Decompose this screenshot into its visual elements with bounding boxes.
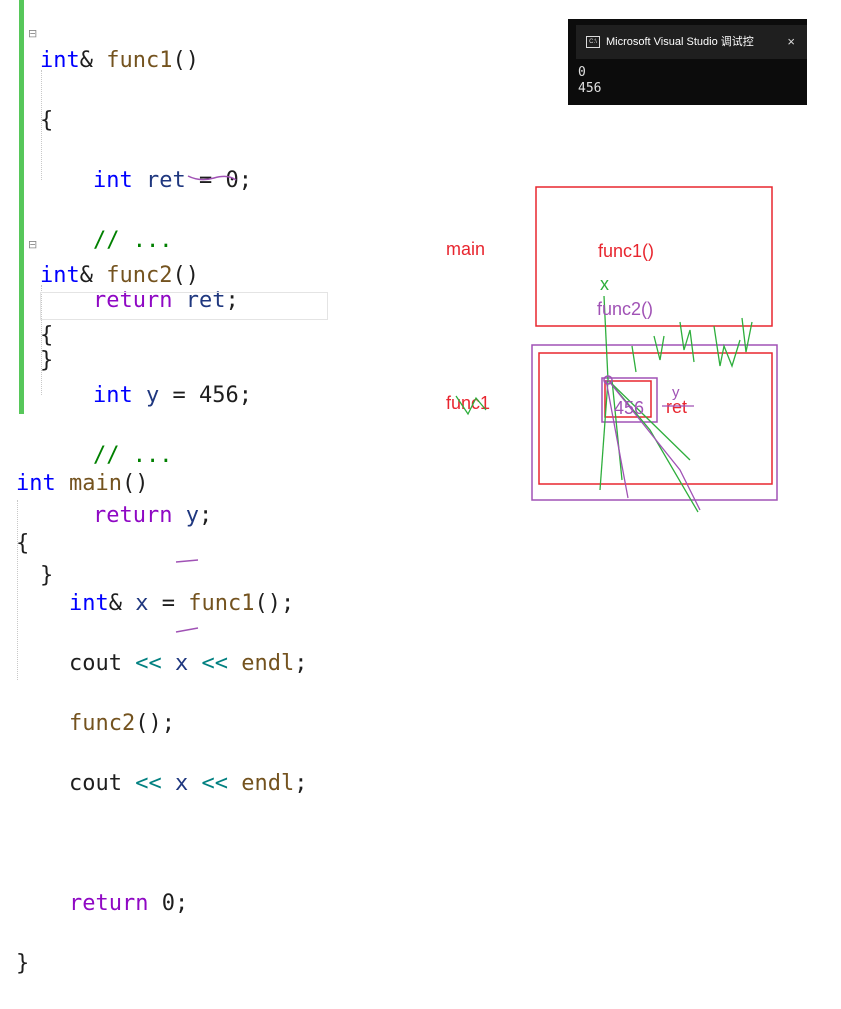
strike-marks (455, 395, 694, 416)
code-line: } (16, 951, 30, 976)
code-line: cout << x << endl; (68, 771, 308, 796)
strike-stroke (455, 395, 487, 416)
code-line: return 0; (68, 891, 189, 916)
